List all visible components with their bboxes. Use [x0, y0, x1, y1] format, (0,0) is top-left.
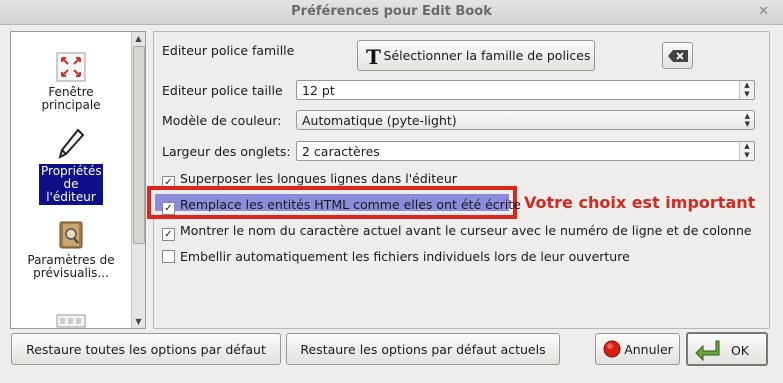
spin-arrows-icon[interactable]: ▲ ▼ [739, 81, 754, 99]
clear-font-button[interactable] [662, 42, 693, 69]
checkbox[interactable]: ✓ [162, 202, 175, 215]
option-label: Embellir automatiquement les fichiers in… [180, 249, 630, 264]
color-scheme-label: Modèle de couleur: [162, 113, 282, 128]
preview-book-icon [59, 221, 83, 249]
option-show-char-name[interactable]: ✓ Montrer le nom du caractère actuel avan… [162, 223, 752, 241]
scroll-down-icon[interactable]: ▼ [132, 315, 145, 328]
spin-arrows-icon[interactable]: ▲ ▼ [739, 142, 754, 160]
select-font-family-label: Sélectionner la famille de polices [383, 48, 591, 63]
cancel-button[interactable]: Annuler [595, 333, 680, 365]
scroll-thumb[interactable] [133, 46, 145, 244]
sidebar-item-main-window[interactable]: Fenêtre principale [11, 52, 131, 112]
checkbox[interactable] [162, 250, 175, 263]
sidebar-item-label: Fenêtre principale [41, 85, 101, 112]
annotation-text: Votre choix est important [524, 193, 756, 212]
button-label: OK [730, 343, 750, 358]
backspace-clear-icon [667, 50, 688, 62]
category-list[interactable]: Fenêtre principale Propriétés de l'édite… [10, 31, 146, 329]
option-auto-beautify[interactable]: Embellir automatiquement les fichiers in… [162, 249, 630, 264]
select-font-family-button[interactable]: T Sélectionner la famille de polices [357, 40, 595, 71]
option-replace-html-entities[interactable]: ✓ Remplace les entités HTML comme elles o… [162, 197, 521, 215]
color-scheme-select[interactable]: Automatique (pyte-light) ▲ ▼ [296, 110, 755, 130]
sidebar-item-editor-properties[interactable]: Propriétés de l'éditeur [11, 128, 131, 205]
checkbox[interactable]: ✓ [162, 228, 175, 241]
button-label: Restaure les options par défaut actuels [300, 342, 546, 357]
font-size-label: Editeur police taille [162, 83, 283, 98]
option-label: Superposer les longues lignes dans l'édi… [180, 171, 457, 186]
button-label: Restaure toutes les options par défaut [26, 342, 266, 357]
sidebar-item-label: Paramètres de prévisualis... [27, 253, 115, 280]
title-bar: Préférences pour Edit Book ✕ [0, 0, 783, 25]
font-size-spinbox[interactable]: 12 pt ▲ ▼ [296, 80, 755, 100]
tab-width-spinbox[interactable]: 2 caractères ▲ ▼ [296, 141, 755, 161]
scroll-up-icon[interactable]: ▲ [132, 32, 145, 45]
tab-width-value: 2 caractères [302, 144, 380, 159]
sidebar-item-label: Propriétés de l'éditeur [39, 164, 103, 205]
stop-icon [603, 340, 621, 358]
option-label: Remplace les entités HTML comme elles on… [180, 197, 521, 212]
restore-all-defaults-button[interactable]: Restaure toutes les options par défaut [11, 333, 281, 365]
font-family-label: Editeur police famille [162, 43, 295, 58]
close-icon[interactable]: ✕ [758, 4, 769, 19]
button-label: Annuler [624, 342, 673, 357]
font-size-value: 12 pt [302, 83, 335, 98]
window-title: Préférences pour Edit Book [291, 4, 492, 19]
color-scheme-value: Automatique (pyte-light) [302, 113, 457, 128]
pen-icon [58, 128, 85, 159]
restore-current-defaults-button[interactable]: Restaure les options par défaut actuels [286, 333, 560, 365]
window-icon [56, 52, 86, 82]
sidebar-item-preview-settings[interactable]: Paramètres de prévisualis... [11, 220, 131, 280]
chevron-updown-icon: ▲ ▼ [744, 112, 750, 128]
option-label: Montrer le nom du caractère actuel avant… [180, 223, 752, 238]
tab-width-label: Largeur des onglets: [162, 144, 291, 159]
sidebar-scrollbar[interactable]: ▲ ▼ [131, 32, 145, 328]
ok-button[interactable]: OK [686, 332, 768, 366]
sidebar-item-partial-icon[interactable] [11, 314, 131, 328]
toolbar-icon [56, 314, 86, 328]
enter-arrow-icon [695, 340, 720, 361]
font-icon: T [366, 45, 381, 69]
